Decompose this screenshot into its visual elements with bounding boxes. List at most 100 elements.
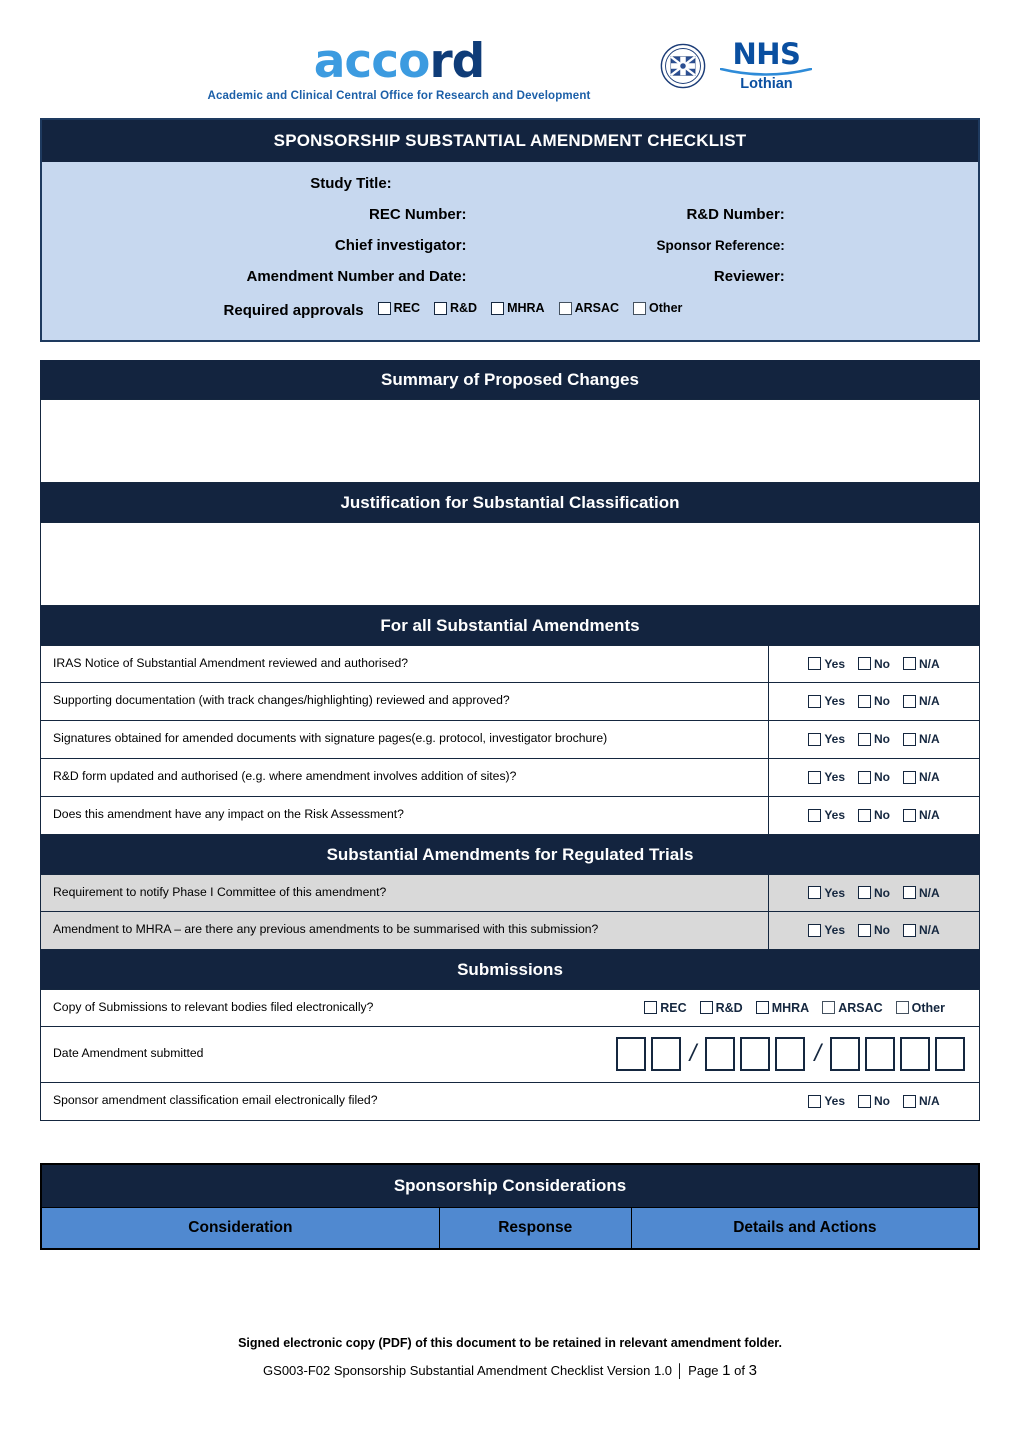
answer-checkbox-na[interactable]: N/A [903,770,940,784]
answer-checkbox-yes[interactable]: Yes [808,808,845,822]
answer-label-no: No [874,770,891,784]
checkbox-icon[interactable] [903,657,917,670]
table-row: Requirement to notify Phase I Committee … [40,873,980,912]
header-panel-wrap: SPONSORSHIP SUBSTANTIAL AMENDMENT CHECKL… [40,118,980,342]
answer-label-na: N/A [919,923,940,937]
answer-checkbox-yes[interactable]: Yes [808,886,845,900]
submission-checkbox-mhra[interactable]: MHRA [755,1001,809,1015]
approval-label-arsac: ARSAC [574,301,620,315]
checkbox-icon[interactable] [644,1001,658,1014]
submission-checkbox-arsac[interactable]: ARSAC [822,1001,883,1015]
checkbox-icon[interactable] [903,732,917,746]
checkbox-icon[interactable] [903,923,917,937]
section-heading-submissions: Submissions [40,949,980,989]
checkbox-icon[interactable] [808,694,822,708]
checkbox-icon[interactable] [699,1001,713,1014]
checkbox-icon[interactable] [808,923,822,937]
date-day-box-2[interactable] [650,1037,681,1071]
answer-checkbox-no[interactable]: No [858,1094,890,1108]
date-month-box-3[interactable] [775,1037,806,1071]
approval-checkbox-other[interactable]: Other [633,301,682,315]
answer-checkbox-na[interactable]: N/A [903,886,940,900]
section-heading-regulated-trials: Substantial Amendments for Regulated Tri… [40,834,980,874]
approval-checkbox-rd[interactable]: R&D [434,301,477,315]
sponsorship-considerations-table: Sponsorship Considerations Consideration… [40,1162,980,1250]
answer-group: Yes No N/A [769,912,979,949]
answer-label-na: N/A [919,656,940,671]
checkbox-icon[interactable] [755,1001,769,1014]
submission-checkbox-rd[interactable]: R&D [699,1001,743,1015]
answer-label-na: N/A [919,885,940,900]
checkbox-icon[interactable] [858,886,872,899]
checkbox-icon[interactable] [858,770,872,784]
checkbox-icon[interactable] [808,1094,822,1108]
answer-checkbox-no[interactable]: No [858,808,890,822]
checkbox-icon[interactable] [633,301,647,315]
approval-checkbox-arsac[interactable]: ARSAC [558,301,620,315]
date-month-box-2[interactable] [740,1037,771,1071]
date-year-box-2[interactable] [865,1037,895,1071]
study-title-label: Study Title: [310,175,392,192]
answer-checkbox-no[interactable]: No [858,886,890,900]
date-year-box-4[interactable] [935,1037,965,1071]
checkbox-icon[interactable] [903,1094,917,1108]
answer-checkbox-yes[interactable]: Yes [808,657,845,671]
checkbox-icon[interactable] [903,694,917,708]
answer-checkbox-no[interactable]: No [858,657,890,671]
date-year-box-1[interactable] [830,1037,860,1071]
submission-checkbox-rec[interactable]: REC [644,1001,687,1015]
answer-checkbox-na[interactable]: N/A [903,808,940,822]
page-footer: Signed electronic copy (PDF) of this doc… [0,1336,1020,1379]
summary-of-proposed-changes-input[interactable] [40,398,980,483]
nhs-lothian-logo: NHS Lothian [660,38,813,93]
checkbox-icon[interactable] [808,732,822,746]
date-year-box-3[interactable] [900,1037,930,1071]
field-row-rec-rd: REC Number: R&D Number: [42,199,978,230]
answer-checkbox-yes[interactable]: Yes [808,694,845,708]
checkbox-icon[interactable] [822,1001,836,1014]
checkbox-icon[interactable] [808,886,822,899]
footer-page-total: 3 [748,1362,757,1379]
checkbox-icon[interactable] [903,808,917,822]
answer-checkbox-na[interactable]: N/A [903,1094,940,1108]
checkbox-icon[interactable] [491,301,505,315]
checkbox-icon[interactable] [858,808,872,822]
checkbox-icon[interactable] [895,1001,909,1014]
checkbox-icon[interactable] [434,301,447,315]
answer-checkbox-na[interactable]: N/A [903,694,940,708]
approval-checkbox-rec[interactable]: REC [377,301,420,315]
justification-input[interactable] [40,521,980,606]
checkbox-icon[interactable] [808,657,822,670]
answer-checkbox-na[interactable]: N/A [903,732,940,746]
answer-label-yes: Yes [824,732,846,746]
logo-group: accord Academic and Clinical Central Off… [208,38,813,102]
answer-checkbox-no[interactable]: No [858,770,890,784]
column-header-response: Response [439,1207,632,1248]
checkbox-icon[interactable] [808,770,822,784]
checkbox-icon[interactable] [858,657,872,670]
answer-checkbox-no[interactable]: No [858,732,890,746]
date-month-box-1[interactable] [705,1037,736,1071]
answer-checkbox-yes[interactable]: Yes [808,923,845,937]
checkbox-icon[interactable] [903,886,917,899]
checkbox-icon[interactable] [903,770,917,784]
answer-checkbox-no[interactable]: No [858,694,890,708]
answer-checkbox-yes[interactable]: Yes [808,732,845,746]
checkbox-icon[interactable] [377,301,391,315]
answer-checkbox-no[interactable]: No [858,923,890,937]
date-day-box-1[interactable] [615,1037,646,1071]
answer-checkbox-na[interactable]: N/A [903,923,940,937]
checkbox-icon[interactable] [858,694,872,708]
answer-checkbox-yes[interactable]: Yes [808,770,845,784]
submission-checkbox-other[interactable]: Other [895,1001,945,1015]
checkbox-icon[interactable] [858,923,872,937]
reviewer-label: Reviewer: [713,268,785,285]
checkbox-icon[interactable] [808,808,822,822]
answer-checkbox-na[interactable]: N/A [903,657,940,671]
checkbox-icon[interactable] [558,301,572,315]
approval-checkbox-mhra[interactable]: MHRA [491,301,545,315]
checkbox-icon[interactable] [858,732,872,746]
checkbox-icon[interactable] [858,1094,872,1108]
answer-checkbox-yes[interactable]: Yes [808,1094,845,1108]
approval-label-rd: R&D [450,301,478,315]
